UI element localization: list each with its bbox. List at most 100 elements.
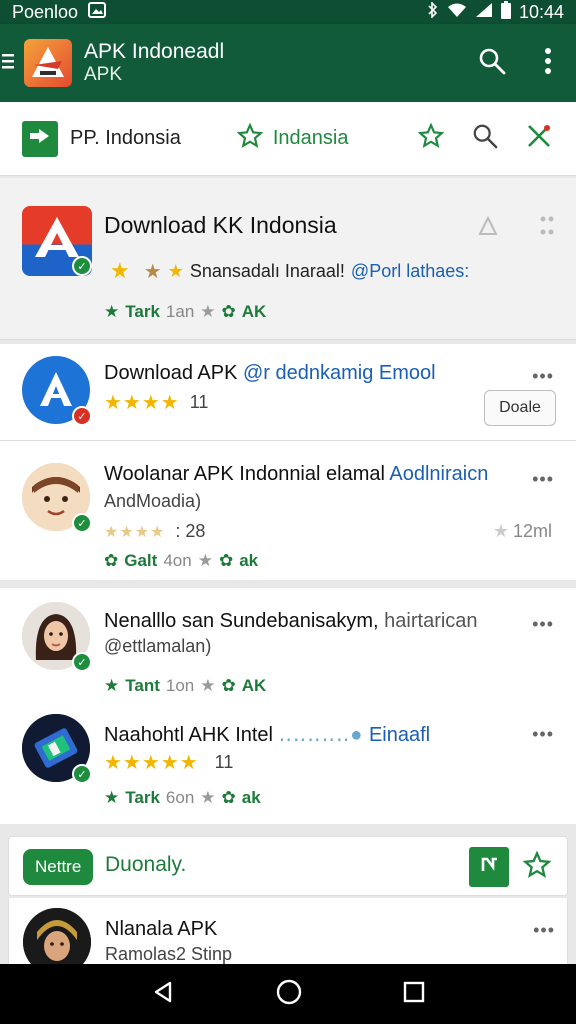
star-icon: ★ [200,676,216,695]
carrier-label: Poenloo [12,1,79,22]
item-title-link[interactable]: Einaafl [369,724,430,746]
featured-meta-count: 1an [165,302,195,321]
verified-check-icon: ✓ [72,256,92,276]
featured-subtitle: Snansadalı Inaraal! [189,260,345,281]
filter-bar: PP. Indonsia Indansia [0,102,576,176]
filter-favorite-chip[interactable]: Indansia [236,121,349,155]
item-meta-count: 1on [165,676,195,695]
list-item[interactable]: ✓ Naahohtl AHK Intel ‥‥‥‥‥● Einaafl ★★★★… [0,706,576,824]
verified-check-icon: ✓ [72,764,92,784]
star-icon: ★ [492,521,509,541]
category-tag-button[interactable] [22,120,58,157]
item-title: Naahohtl AHK Intel [104,724,273,746]
close-filter-button[interactable] [512,123,566,154]
item-title: Download APK [104,362,238,384]
item-meta-label: Tark [125,788,160,807]
item-meta-type: ak [239,551,259,570]
recycle-icon: ✿ [221,788,236,807]
close-icon [526,123,552,154]
home-icon[interactable] [276,979,302,1010]
more-options-icon[interactable]: ••• [532,724,554,745]
star-icon: ★ [104,676,120,695]
status-bar: Poenloo 10:44 [0,0,576,24]
app-title: APK Indoneadl [84,40,225,63]
rating-stars: ★★★★ [104,523,166,541]
featured-meta-label: Tark [125,302,160,321]
filter-favorite-label: Indansia [272,127,349,149]
back-icon[interactable] [151,980,175,1009]
rating-count: 11 [214,752,234,772]
app-logo [24,39,72,87]
recycle-icon: ✿ [221,302,236,321]
sparkle-star-icon [522,850,552,883]
item-subtitle: Ramolas2 Stinp [105,944,233,964]
star-outline-icon [236,121,264,155]
share-icon[interactable] [476,214,500,243]
section-title: Duonaly. [105,853,187,876]
arrow-right-icon [29,128,51,149]
arrow-icon [479,855,499,880]
recycle-icon: ✿ [221,676,236,695]
clock: 10:44 [518,1,564,22]
favorite-button[interactable] [404,122,458,154]
wifi-icon [447,2,467,22]
filter-region-label[interactable]: PP. Indonsia [70,127,181,150]
more-options-icon[interactable]: ••• [532,366,554,387]
item-size: 12ml [512,521,552,541]
app-bar: APK Indoneadl APK [0,24,576,102]
star-icon: ★ [110,258,130,283]
rating-count: : 28 [175,521,206,541]
alert-badge-icon: ✓ [72,406,92,426]
overflow-menu-button[interactable] [520,35,576,91]
list-item[interactable]: ✓ Download APK @r dednkamig Emool ★★★★ 1… [0,344,576,440]
recycle-icon: ✿ [218,551,234,570]
filter-search-button[interactable] [458,123,512,154]
list-item[interactable]: ✓ Nenalllo san Sundebanisakym, hairtaric… [0,588,576,706]
user-avatar: ✓ [22,463,92,533]
item-title-link[interactable]: Aodlniraicn [389,463,488,485]
section-favorite-button[interactable] [522,850,552,884]
recents-icon[interactable] [403,981,425,1008]
user-avatar: ✓ [22,602,92,672]
app-icon: ✓ [22,714,92,784]
item-title: Nenalllo san Sundebanisakym, [104,610,379,632]
app-list-card: ✓ Nenalllo san Sundebanisakym, hairtaric… [0,588,576,824]
recycle-icon: ✿ [104,551,119,570]
featured-subtitle-link[interactable]: @Porl lathaes: [351,261,469,282]
star-icon: ★ [200,788,216,807]
photo-notification-icon [88,2,107,22]
item-meta-count: 6on [165,788,195,807]
drag-handle-icon[interactable] [540,215,554,242]
star-icon: ★ [104,302,120,321]
download-button[interactable]: Doale [484,390,556,426]
list-item[interactable]: Nlanala APK Ramolas2 Stinp ••• [9,898,569,976]
signal-icon [475,2,493,22]
featured-title: Download KK Indonsia [104,212,337,238]
item-meta-label: Galt [124,551,158,570]
battery-icon [500,1,511,23]
featured-card[interactable]: ✓ Download KK Indonsia ★ ★ ★ Snansadalı … [0,178,576,340]
rating-stars: ★★★★ [104,392,180,414]
item-subtitle: AndMoadia) [104,491,202,511]
rating-count: 11 [189,392,209,412]
more-options-icon[interactable]: ••• [533,920,555,941]
star-icon: ★ [104,788,120,807]
app-subtitle: APK [84,64,123,86]
app-list-card: Nlanala APK Ramolas2 Stinp ••• [8,898,569,976]
item-title: Woolanar APK Indonnial elamal [104,463,385,485]
section-pill[interactable]: Nettre [23,849,94,885]
search-button[interactable] [464,35,520,91]
app-list-card: ✓ Download APK @r dednkamig Emool ★★★★ 1… [0,344,576,580]
item-subtitle: @ettlamalan) [104,636,212,656]
more-options-icon[interactable]: ••• [532,614,554,635]
bluetooth-icon [427,1,439,22]
more-options-icon[interactable]: ••• [532,469,554,490]
star-icon: ★ [197,551,213,570]
star-outline-icon [417,122,445,154]
hamburger-menu-icon[interactable] [2,50,20,76]
item-meta-type: AK [241,676,267,695]
section-header: Nettre Duonaly. [8,836,568,896]
list-item[interactable]: ✓ Woolanar APK Indonnial elamal Aodlnira… [0,441,576,580]
item-title-link[interactable]: @r dednkamig Emool [243,362,436,384]
section-action-button[interactable] [469,847,509,887]
